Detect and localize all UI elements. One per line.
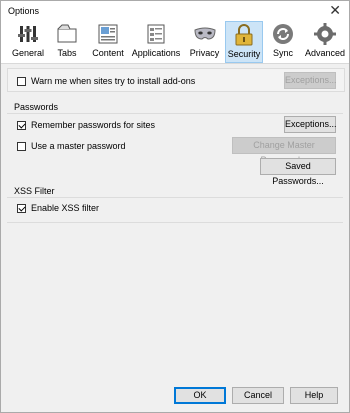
content-bottom-divider (7, 222, 343, 223)
padlock-icon (235, 24, 253, 46)
enable-xss-label: Enable XSS filter (31, 203, 100, 213)
tab-advanced[interactable]: Advanced (305, 21, 345, 63)
category-toolbar: General Tabs Content Applications Privac… (1, 21, 349, 64)
tab-privacy[interactable]: Privacy (188, 21, 221, 63)
master-password-option[interactable]: Use a master password (17, 141, 126, 151)
tab-sync[interactable]: Sync (268, 21, 298, 63)
warn-addons-checkbox[interactable] (17, 76, 26, 86)
privacy-mask-icon (193, 27, 216, 40)
help-button[interactable]: Help (290, 387, 338, 404)
addons-exceptions-button[interactable]: Exceptions... (284, 72, 337, 89)
xss-section-title: XSS Filter (14, 186, 55, 196)
title-bar: Options ✕ (1, 1, 349, 21)
tabs-icon (57, 24, 77, 43)
remember-passwords-label: Remember passwords for sites (31, 120, 156, 130)
tab-tabs[interactable]: Tabs (52, 21, 82, 63)
tab-general[interactable]: General (9, 21, 47, 63)
tab-content[interactable]: Content (89, 21, 127, 63)
passwords-section-title: Passwords (14, 102, 59, 112)
general-switch-icon (18, 26, 38, 42)
warn-addons-label: Warn me when sites try to install add-on… (31, 76, 196, 86)
ok-button[interactable]: OK (174, 387, 226, 404)
warn-addons-option[interactable]: Warn me when sites try to install add-on… (17, 76, 195, 86)
saved-passwords-button[interactable]: Saved Passwords... (260, 158, 336, 186)
master-password-label: Use a master password (31, 141, 126, 151)
options-window: Options ✕ General Tabs Content Applicati… (0, 0, 350, 413)
tab-applications[interactable]: Applications (131, 21, 181, 63)
gear-icon (314, 23, 336, 45)
cancel-button[interactable]: Cancel (232, 387, 284, 404)
enable-xss-checkbox[interactable] (17, 203, 26, 213)
enable-xss-option[interactable]: Enable XSS filter (17, 203, 99, 213)
passwords-divider (7, 113, 343, 114)
tab-security[interactable]: Security (225, 21, 263, 63)
window-title: Options (8, 6, 40, 16)
passwords-exceptions-button[interactable]: Exceptions... (284, 116, 337, 133)
xss-divider (7, 197, 343, 198)
close-icon[interactable]: ✕ (329, 3, 341, 17)
content-icon (98, 24, 118, 44)
master-password-checkbox[interactable] (17, 141, 26, 151)
remember-passwords-checkbox[interactable] (17, 120, 26, 130)
sync-icon (273, 24, 293, 44)
applications-icon (147, 24, 165, 44)
change-master-password-button[interactable]: Change Master Password... (232, 137, 336, 165)
remember-passwords-option[interactable]: Remember passwords for sites (17, 120, 155, 130)
